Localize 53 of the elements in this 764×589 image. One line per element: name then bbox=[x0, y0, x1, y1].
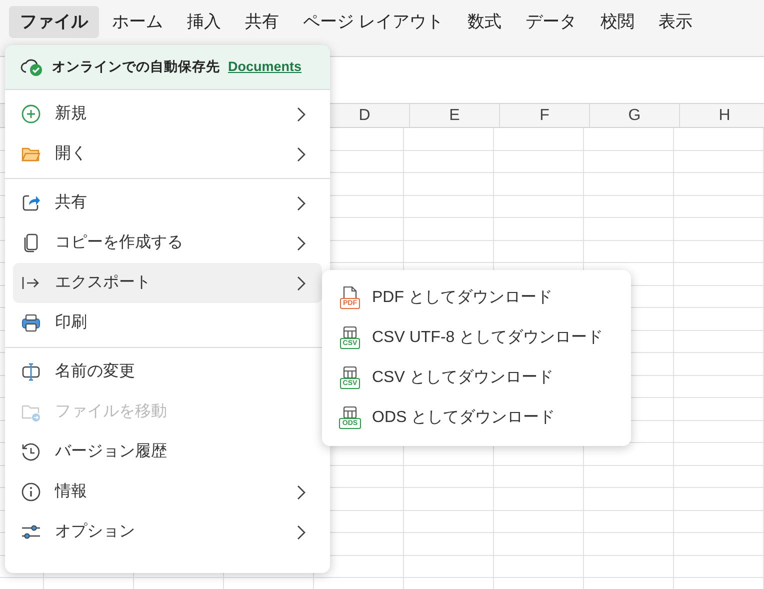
chevron-right-icon bbox=[297, 524, 306, 540]
ribbon-tab[interactable]: 校閲 bbox=[590, 6, 646, 38]
plus-circle-icon bbox=[21, 104, 41, 124]
menu-item[interactable]: 印刷 bbox=[13, 303, 322, 343]
ribbon-tab[interactable]: 数式 bbox=[456, 6, 513, 38]
column-header[interactable]: E bbox=[409, 104, 499, 127]
menu-item-label: 名前の変更 bbox=[55, 362, 135, 382]
column-header[interactable]: F bbox=[499, 104, 589, 127]
info-icon bbox=[21, 482, 41, 502]
column-header[interactable]: H bbox=[679, 104, 764, 127]
submenu-item-label: ODS としてダウンロード bbox=[372, 408, 556, 428]
submenu-item-label: PDF としてダウンロード bbox=[372, 288, 552, 308]
history-icon bbox=[21, 442, 41, 462]
chevron-right-icon bbox=[297, 106, 306, 122]
menu-item-label: 共有 bbox=[55, 192, 87, 213]
menu-item[interactable]: 情報 bbox=[13, 472, 322, 512]
submenu-item-label: CSV UTF-8 としてダウンロード bbox=[372, 328, 604, 348]
rename-icon bbox=[21, 362, 41, 382]
ribbon-tab[interactable]: 共有 bbox=[234, 6, 290, 38]
menu-item[interactable]: エクスポート bbox=[13, 263, 322, 303]
menu-item-label: バージョン履歴 bbox=[55, 442, 167, 462]
chevron-right-icon bbox=[297, 276, 306, 290]
menu-item-label: 情報 bbox=[55, 482, 87, 502]
menu-item-label: コピーを作成する bbox=[55, 232, 183, 253]
ribbon-tab[interactable]: 表示 bbox=[648, 6, 704, 38]
ribbon-tab[interactable]: 挿入 bbox=[176, 6, 232, 38]
chevron-right-icon bbox=[297, 146, 306, 162]
chevron-right-icon bbox=[297, 196, 306, 210]
ribbon-tab[interactable]: ホーム bbox=[101, 6, 174, 38]
ribbon-tab[interactable]: ページ レイアウト bbox=[292, 6, 455, 38]
column-header[interactable]: G bbox=[589, 104, 679, 127]
menu-item[interactable]: コピーを作成する bbox=[13, 223, 322, 263]
menu-item-label: ファイルを移動 bbox=[55, 402, 167, 422]
menu-item-label: エクスポート bbox=[55, 273, 151, 293]
menu-item[interactable]: 共有 bbox=[13, 183, 322, 223]
printer-icon bbox=[21, 313, 41, 333]
menu-item[interactable]: 開く bbox=[13, 134, 322, 174]
menu-item[interactable]: オプション bbox=[13, 512, 322, 552]
menu-item[interactable]: 新規 bbox=[13, 94, 322, 134]
chevron-right-icon bbox=[297, 484, 306, 500]
submenu-item-label: CSV としてダウンロード bbox=[372, 368, 554, 388]
menu-item-label: 開く bbox=[55, 144, 87, 164]
menu-item-label: 新規 bbox=[55, 104, 87, 124]
ribbon-tab[interactable]: データ bbox=[514, 6, 588, 38]
menu-item-label: 印刷 bbox=[55, 312, 87, 333]
chevron-right-icon bbox=[297, 236, 306, 250]
menu-item[interactable]: 名前の変更 bbox=[13, 352, 322, 392]
menu-item[interactable]: バージョン履歴 bbox=[13, 432, 322, 472]
share-icon bbox=[21, 193, 41, 213]
ribbon-tab[interactable]: ファイル bbox=[9, 6, 99, 38]
menu-item-label: オプション bbox=[55, 522, 135, 542]
documents-link[interactable]: Documents bbox=[228, 56, 302, 78]
autosave-label: オンラインでの自動保存先 bbox=[52, 58, 220, 76]
